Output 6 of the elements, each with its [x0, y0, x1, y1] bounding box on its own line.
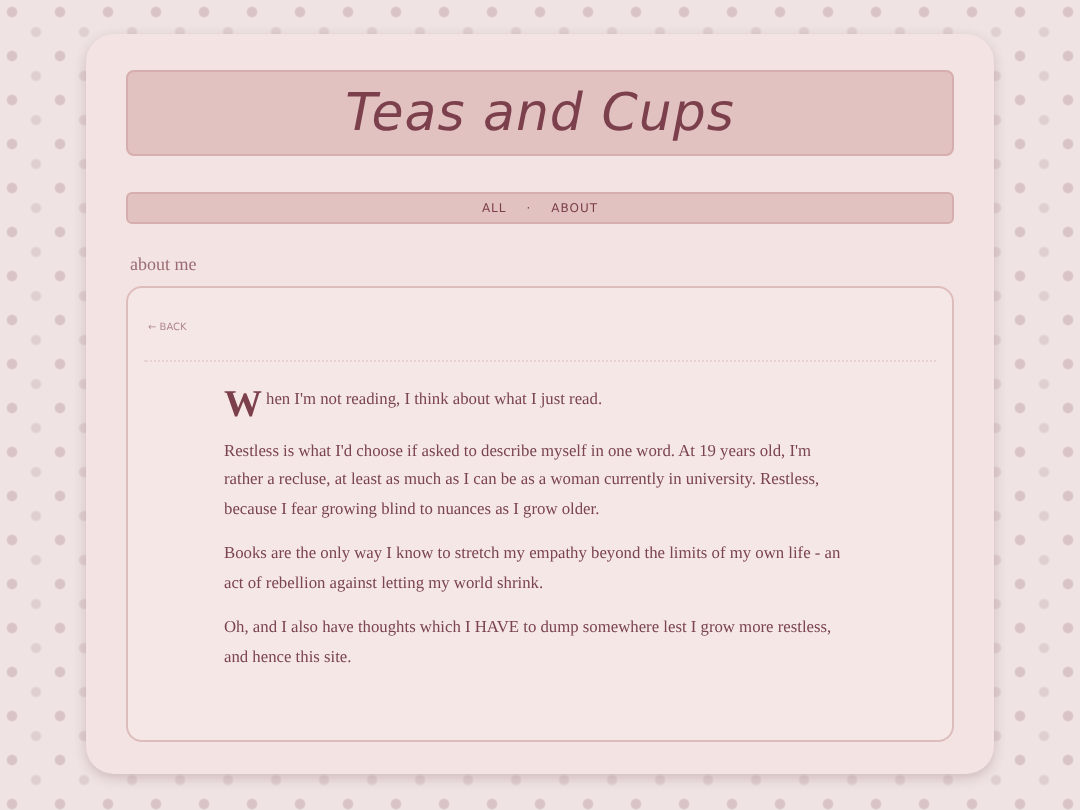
section-label: about me: [130, 254, 199, 274]
paragraph: Oh, and I also have thoughts which I HAVE to dump somewhere lest I grow more restless, and hence this site.: [224, 616, 834, 669]
paragraph: When I'm not reading, I think about what I just read.: [224, 386, 605, 421]
paragraph: Restless is what I'd choose if asked to describe myself in one word. At 19 years old, I'm rather a recluse, at least as much as I can be as a woman currently in university. Restless, because I fear growing blind to nuances as I grow older.: [224, 439, 822, 522]
paragraph: Books are the only way I know to stretch my empathy beyond the limits of my own life - an act of rebellion against letting my world shrink.: [224, 542, 843, 596]
site-title: Teas and Cups: [345, 83, 735, 143]
